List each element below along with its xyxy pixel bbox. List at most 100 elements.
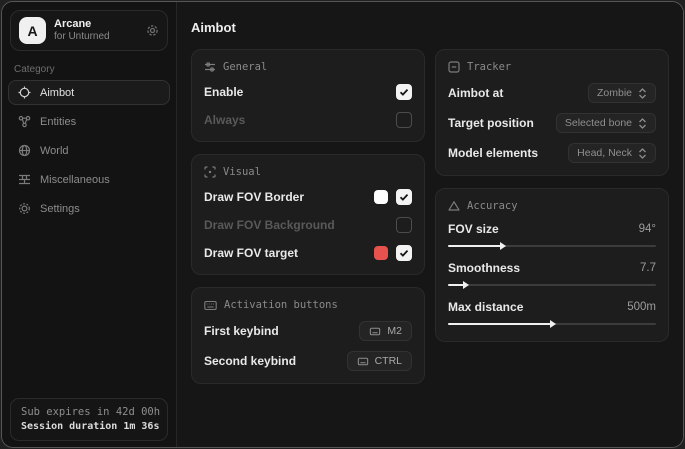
target-position-select[interactable]: Selected bone [556,113,656,133]
activation-card: Activation buttons First keybind M2 [191,287,425,384]
slider-track [448,284,656,286]
brand-card: A Arcane for Unturned [10,10,168,51]
fov-size-slider[interactable] [448,241,656,251]
session-duration-text: Session duration 1m 36s [21,421,157,432]
sub-expiry-text: Sub expires in 42d 00h [21,406,157,418]
slider-thumb[interactable] [500,242,506,250]
subscription-info-card: Sub expires in 42d 00h Session duration … [10,398,168,441]
select-value: Zombie [597,87,632,99]
fov-border-checkbox[interactable] [396,189,412,205]
triangle-icon [448,200,460,212]
select-value: Head, Neck [577,147,632,159]
slider-fill [448,284,465,287]
setting-label: Draw FOV Border [204,190,304,204]
tracker-icon [448,61,460,73]
slider-value: 7.7 [640,262,656,274]
first-keybind-button[interactable]: M2 [359,321,412,341]
setting-label: Aimbot at [448,86,503,100]
setting-row: Target position Selected bone [448,113,656,133]
section-title: General [223,61,267,73]
visual-card: Visual Draw FOV Border Draw FOV Backgrou… [191,154,425,275]
brand-subtitle: for Unturned [54,31,138,43]
fov-size-setting: FOV size 94° [448,222,656,251]
keyboard-icon [357,357,369,366]
section-title: Accuracy [467,200,518,212]
crosshair-icon [18,86,31,99]
setting-row: Draw FOV target [204,244,412,262]
sidebar-item-entities[interactable]: Entities [8,109,170,134]
fov-border-color-swatch[interactable] [374,190,388,204]
page-title: Aimbot [191,20,669,35]
sidebar-item-label: Entities [40,116,76,128]
tracker-card: Tracker Aimbot at Zombie Target position [435,49,669,176]
setting-label: Draw FOV target [204,246,298,260]
setting-row: Draw FOV Border [204,188,412,206]
setting-row: Model elements Head, Neck [448,143,656,163]
setting-label: Target position [448,116,534,130]
sidebar-item-aimbot[interactable]: Aimbot [8,80,170,105]
setting-label: Always [204,113,245,127]
slider-fill [448,245,502,248]
setting-row: Always [204,111,412,129]
slider-thumb[interactable] [550,320,556,328]
second-keybind-button[interactable]: CTRL [347,351,412,371]
fov-target-color-swatch[interactable] [374,246,388,260]
setting-label: Second keybind [204,354,296,368]
settings-gear-icon[interactable] [146,24,159,37]
fov-background-checkbox[interactable] [396,217,412,233]
setting-row: Draw FOV Background [204,216,412,234]
sidebar-item-label: Settings [40,203,80,215]
brand-title: Arcane [54,18,138,31]
category-label: Category [14,64,164,75]
keyboard-icon [204,300,217,311]
setting-label: Enable [204,85,243,99]
max-distance-slider[interactable] [448,319,656,329]
slider-value: 500m [627,301,656,313]
setting-label: FOV size [448,222,499,236]
bricks-icon [18,173,31,186]
section-title: Activation buttons [224,299,338,311]
section-title: Tracker [467,61,511,73]
sidebar-item-miscellaneous[interactable]: Miscellaneous [8,167,170,192]
setting-label: Model elements [448,146,538,160]
enable-checkbox[interactable] [396,84,412,100]
keyboard-icon [369,327,381,336]
smoothness-slider[interactable] [448,280,656,290]
sidebar-item-label: Miscellaneous [40,174,110,186]
setting-label: Max distance [448,300,523,314]
chevrons-up-down-icon [638,88,647,99]
left-column: General Enable Always [191,49,425,384]
sidebar-item-world[interactable]: World [8,138,170,163]
fov-target-checkbox[interactable] [396,245,412,261]
slider-fill [448,323,552,326]
accuracy-card: Accuracy FOV size 94° [435,188,669,342]
always-checkbox[interactable] [396,112,412,128]
slider-value: 94° [639,223,656,235]
section-title: Visual [223,166,261,178]
sidebar-item-label: World [40,145,69,157]
sidebar-item-settings[interactable]: Settings [8,196,170,221]
aimbot-at-select[interactable]: Zombie [588,83,656,103]
entities-icon [18,115,31,128]
sidebar-nav: Aimbot Entities World [2,80,176,221]
chevrons-up-down-icon [638,148,647,159]
setting-row: Enable [204,83,412,101]
setting-label: Smoothness [448,261,520,275]
gear-icon [18,202,31,215]
slider-thumb[interactable] [463,281,469,289]
max-distance-setting: Max distance 500m [448,300,656,329]
setting-row: Aimbot at Zombie [448,83,656,103]
model-elements-select[interactable]: Head, Neck [568,143,656,163]
main-panel: Aimbot General Enable [177,2,683,447]
right-column: Tracker Aimbot at Zombie Target position [435,49,669,342]
sidebar: A Arcane for Unturned Category [2,2,177,447]
keybind-value: CTRL [375,355,402,367]
setting-row: First keybind M2 [204,321,412,341]
sidebar-item-label: Aimbot [40,87,74,99]
setting-label: First keybind [204,324,279,338]
setting-row: Second keybind CTRL [204,351,412,371]
setting-label: Draw FOV Background [204,218,335,232]
brand-initial: A [27,23,37,39]
globe-icon [18,144,31,157]
keybind-value: M2 [387,325,402,337]
